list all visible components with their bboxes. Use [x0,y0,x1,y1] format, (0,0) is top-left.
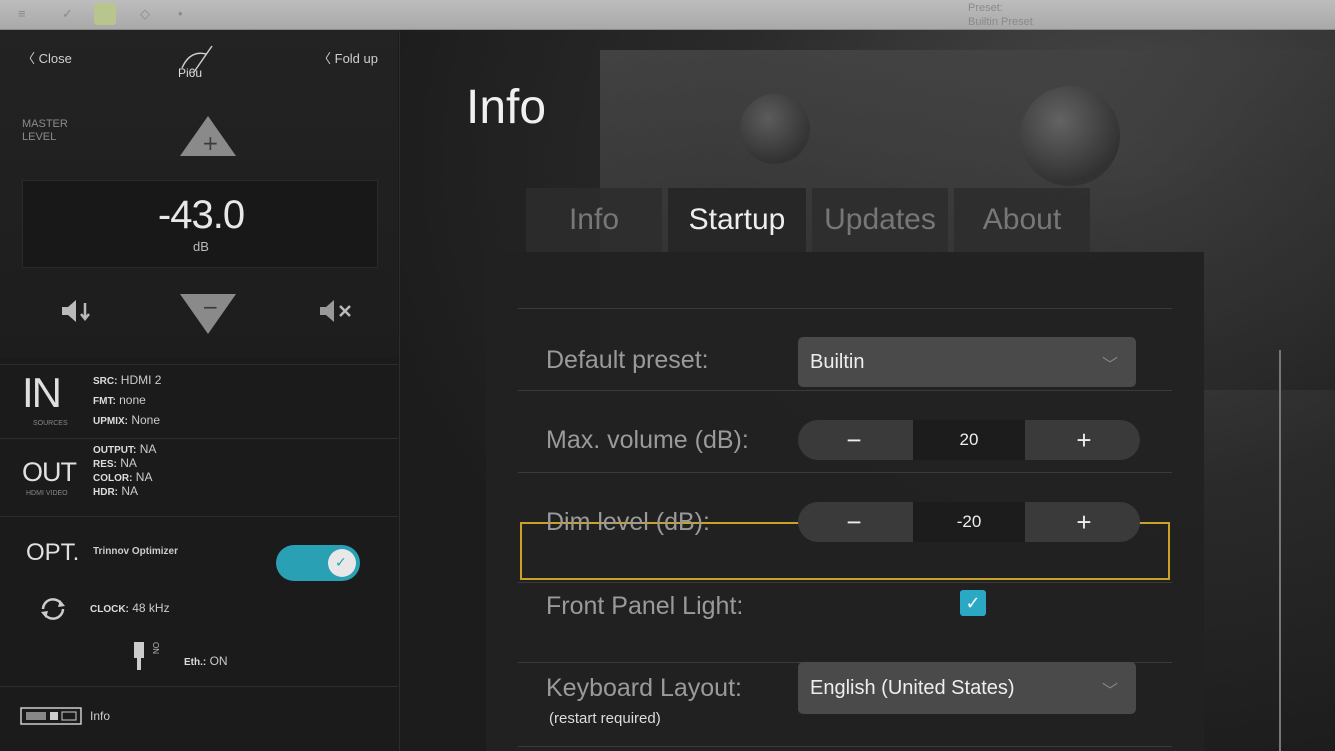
svg-text:+: + [202,131,219,155]
chevron-down-icon: ﹀ [1101,357,1118,374]
dim-volume-icon[interactable] [60,298,94,324]
keyboard-layout-value: English (United States) [810,677,1015,699]
default-preset-label: Default preset: [546,346,709,374]
input-section[interactable]: IN SOURCES SRC: HDMI 2 FMT: none UPMIX: … [0,364,398,438]
startup-settings-panel: Default preset: Builtin ﹀ Max. volume (d… [486,252,1204,751]
scrollbar[interactable] [1279,350,1281,751]
check-icon: ✓ [965,593,981,613]
output-row: OUTPUT: NA [93,442,157,456]
default-preset-dropdown[interactable]: Builtin ﹀ [798,337,1136,387]
sidebar: 〈 Close Pi6u 〈 Fold up MASTER LEVEL + -4… [0,30,400,751]
divider [518,472,1172,473]
chevron-down-icon: ﹀ [1101,683,1118,700]
info-nav-item[interactable]: Info [0,686,398,742]
divider [518,308,1172,309]
keyboard-layout-dropdown[interactable]: English (United States) ﹀ [798,662,1136,714]
optimizer-section: OPT. Trinnov Optimizer ✓ [0,516,398,584]
chevron-left-icon: 〈 [22,51,39,66]
ethernet-section[interactable]: ON Eth.: ON [0,628,398,686]
master-level-unit: dB [193,239,209,254]
tab-info[interactable]: Info [526,188,662,252]
device-knob-right [1020,86,1120,186]
optimizer-label: Trinnov Optimizer [93,546,179,557]
logo-icon: Pi6u [178,45,213,80]
hdr-row: HDR: NA [93,484,139,498]
color-row: COLOR: NA [93,470,153,484]
preset-line2: Builtin Preset [968,16,1033,28]
divider [518,582,1172,583]
max-volume-label: Max. volume (dB): [546,426,749,454]
clock-sync-icon [41,598,65,620]
active-tool-icon[interactable] [94,3,116,25]
src-row: SRC: HDMI 2 [93,373,162,387]
device-knob-left [740,94,810,164]
master-level-display: -43.0 dB [22,180,378,268]
toggle-knob: ✓ [328,549,356,577]
device-panel-icon [20,707,82,725]
fold-up-label: Fold up [334,51,378,66]
max-volume-stepper: − 20 + [798,420,1140,460]
eth-side-label: ON [151,642,160,654]
default-preset-value: Builtin [810,351,865,373]
check-icon: ✓ [335,554,347,570]
tab-updates[interactable]: Updates [812,188,948,252]
check-icon[interactable]: ✓ [62,6,73,22]
preset-line1: Preset: [968,2,1003,14]
dim-level-minus-button[interactable]: − [798,502,910,542]
clock-row: CLOCK: 48 kHz [90,601,170,615]
menu-icon[interactable]: ≡ [18,6,26,21]
fold-up-button[interactable]: 〈 Fold up [318,48,378,67]
master-level-section: 〈 Close Pi6u 〈 Fold up MASTER LEVEL + -4… [0,30,398,358]
clock-section[interactable]: CLOCK: 48 kHz [0,584,398,628]
res-row: RES: NA [93,456,137,470]
keyboard-layout-label: Keyboard Layout: [546,674,742,702]
divider [518,390,1172,391]
dim-level-plus-button[interactable]: + [1028,502,1140,542]
output-section[interactable]: OUT HDMI VIDEO OUTPUT: NA RES: NA COLOR:… [0,438,398,516]
ethernet-plug-icon [134,642,144,670]
tab-startup[interactable]: Startup [668,188,806,252]
upmix-row: UPMIX: None [93,413,161,427]
front-panel-label: Front Panel Light: [546,592,744,620]
out-label: OUT [22,457,77,487]
master-level-label: MASTER LEVEL [22,118,68,143]
divider [518,746,1172,747]
in-label: IN [22,369,62,416]
in-sublabel: SOURCES [33,420,68,427]
out-sublabel: HDMI VIDEO [26,490,68,497]
volume-down-button[interactable]: − [178,292,238,336]
optimizer-toggle[interactable]: ✓ [276,545,360,581]
max-volume-plus-button[interactable]: + [1028,420,1140,460]
page-title: Info [466,81,547,134]
mute-icon[interactable] [318,298,356,324]
max-volume-minus-button[interactable]: − [798,420,910,460]
svg-text:−: − [202,295,219,319]
top-toolbar: ≡ ✓ ◇ • Preset: Builtin Preset [0,0,1335,30]
dim-level-value[interactable]: -20 [913,502,1025,542]
close-button[interactable]: 〈 Close [22,48,72,67]
master-level-value: -43.0 [157,193,245,237]
dim-level-stepper: − -20 + [798,502,1140,542]
restart-required-note: (restart required) [549,710,661,727]
max-volume-value[interactable]: 20 [913,420,1025,460]
fmt-row: FMT: none [93,393,146,407]
main-area: Info Info Startup Updates About Default … [400,30,1335,751]
front-panel-checkbox[interactable]: ✓ [960,590,986,616]
info-nav-label: Info [90,709,111,723]
tab-about[interactable]: About [954,188,1090,252]
dim-level-label: Dim level (dB): [546,508,710,536]
pin-icon[interactable]: • [178,6,183,21]
chevron-left-icon: 〈 [318,51,335,66]
svg-text:Pi6u: Pi6u [178,66,202,80]
close-label: Close [38,51,72,66]
tool-icon[interactable]: ◇ [140,6,150,22]
preset-indicator: Preset: Builtin Preset [968,1,1033,29]
eth-row: Eth.: ON [184,654,228,668]
volume-up-button[interactable]: + [178,114,238,158]
opt-label: OPT. [26,539,80,566]
